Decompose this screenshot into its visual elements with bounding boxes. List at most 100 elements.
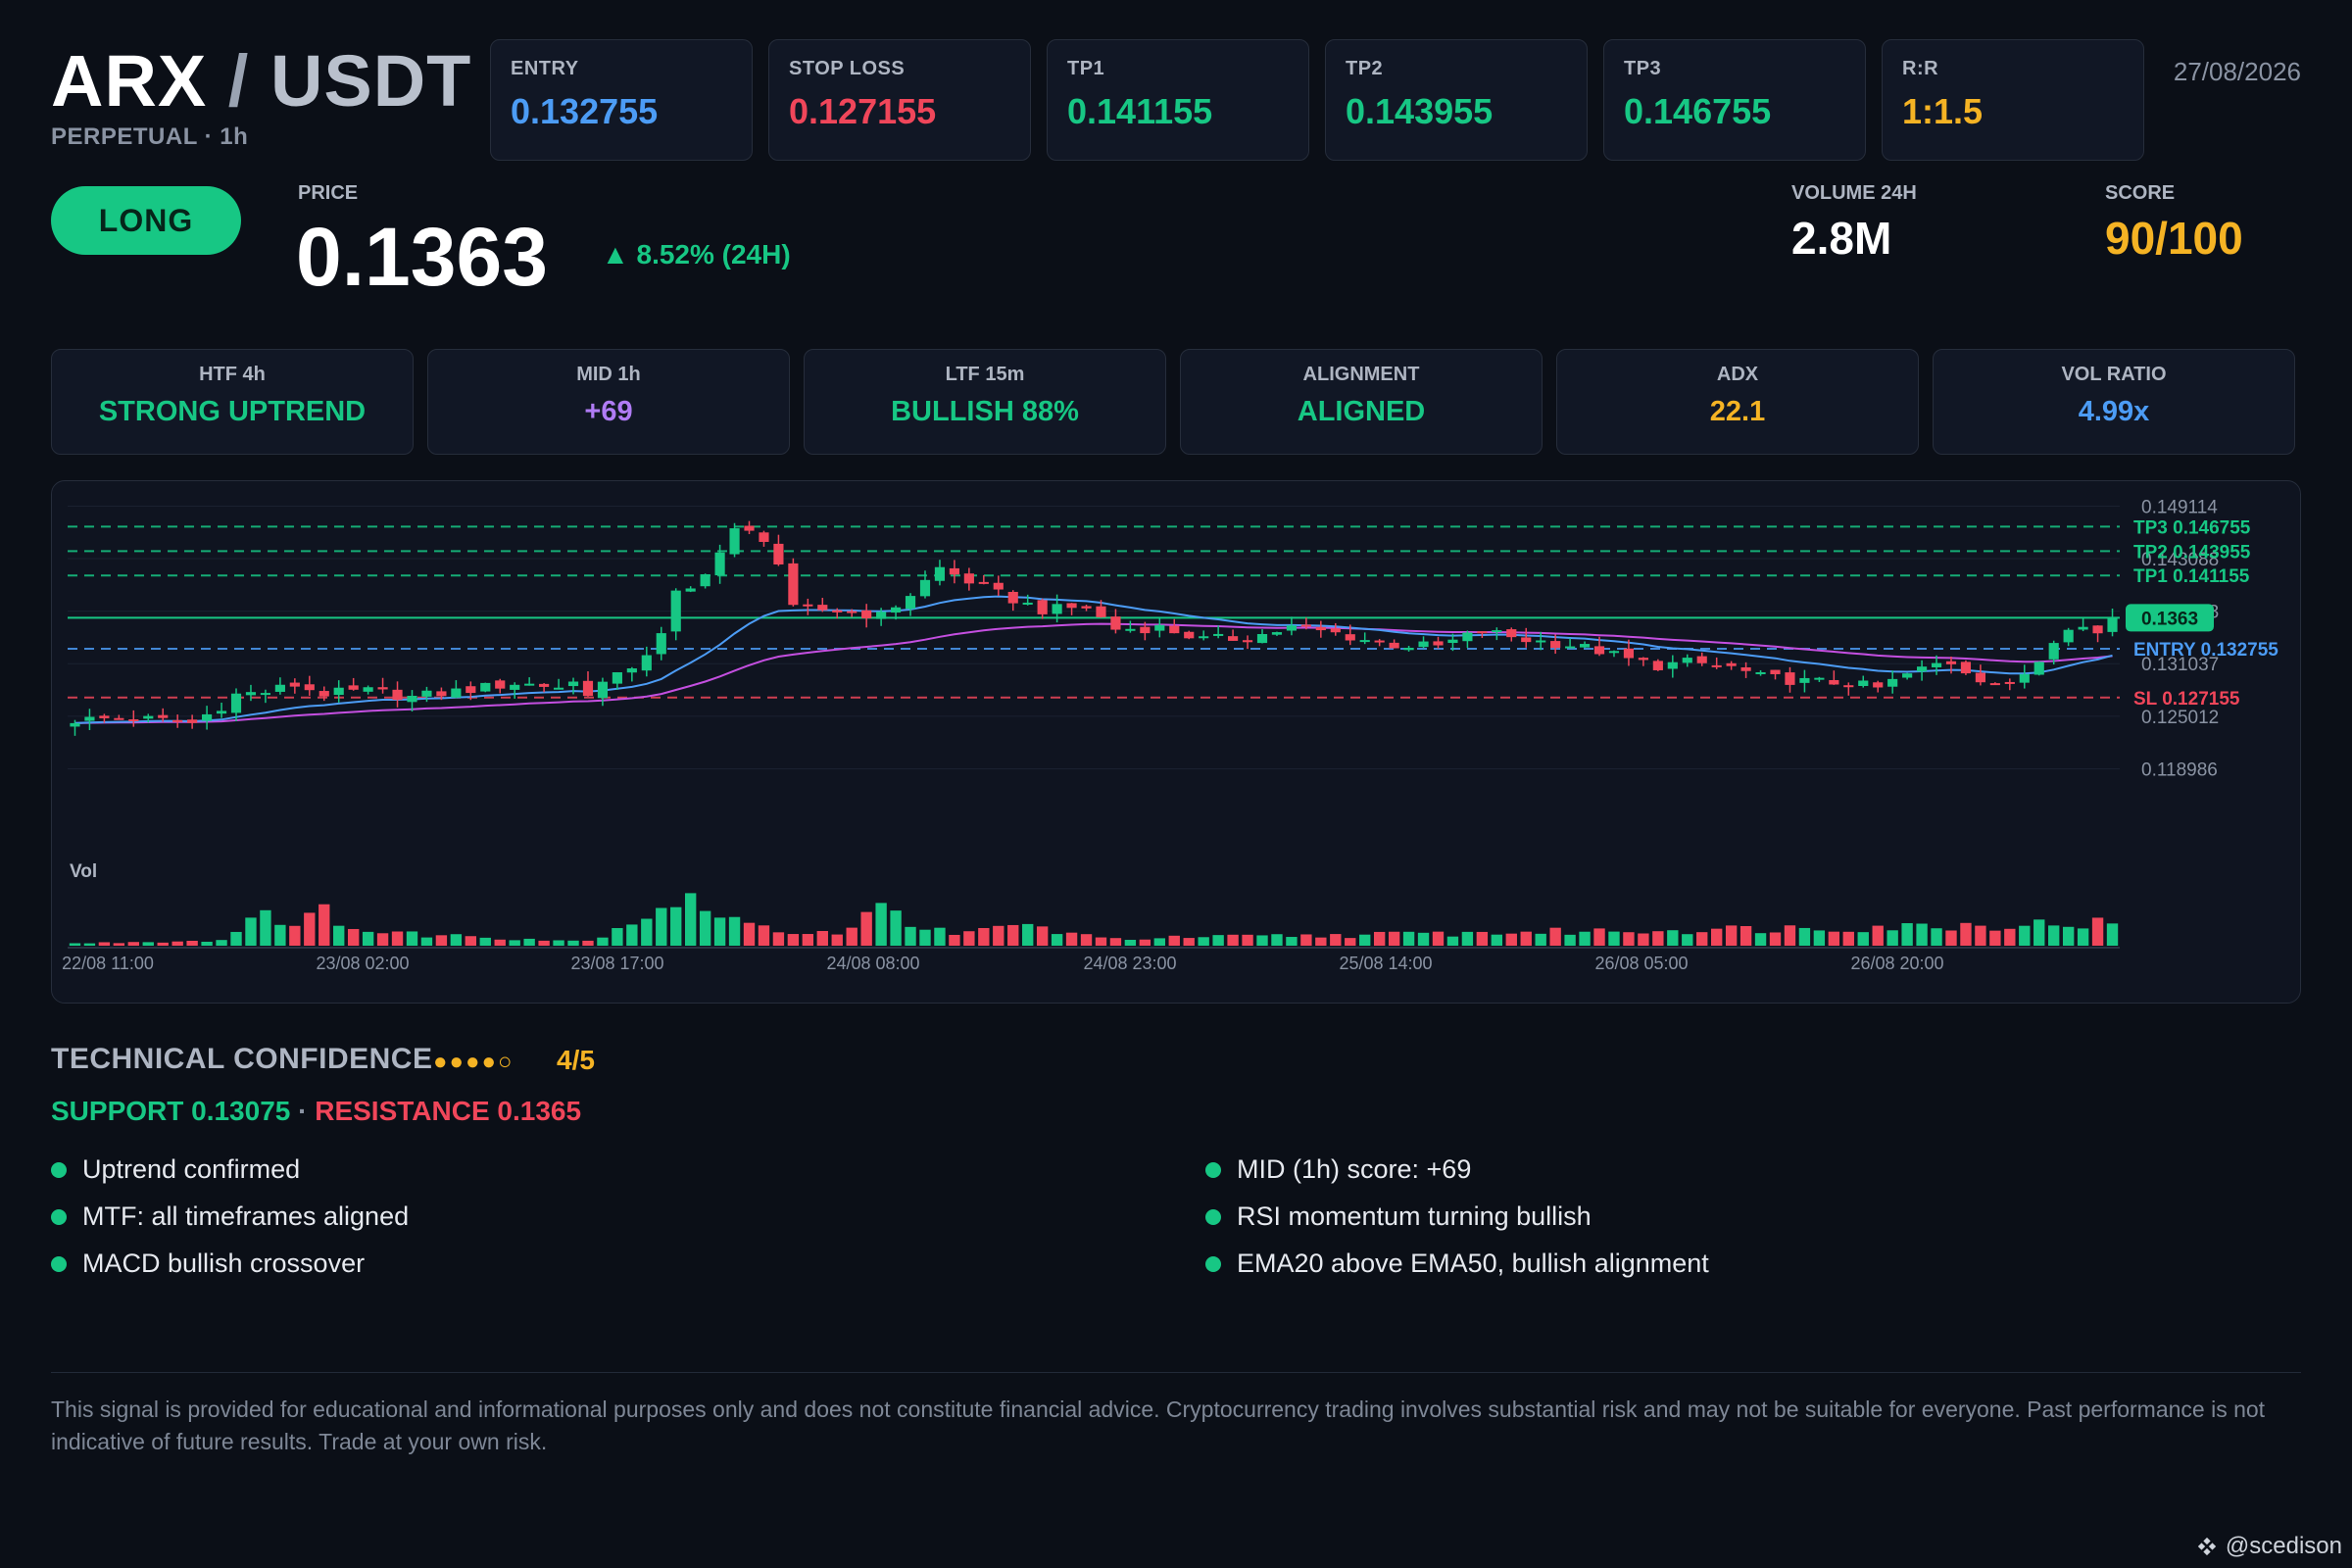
volume-bar [860, 911, 872, 946]
candle-body [1271, 632, 1283, 635]
candle-body [1315, 626, 1326, 631]
candle-body [1579, 644, 1591, 648]
candle-body [289, 682, 300, 687]
candle-body [1989, 683, 2000, 686]
volume-bar [816, 931, 828, 946]
volume-bar [919, 929, 931, 946]
candle-body [847, 611, 858, 613]
volume-bar [1975, 925, 1986, 946]
candle-body [1843, 685, 1854, 688]
candle-body [510, 684, 520, 690]
candle-body [187, 719, 198, 723]
volume-bar [1505, 933, 1517, 946]
price-label: PRICE [298, 182, 359, 204]
candle-body [817, 605, 828, 611]
candle-body [539, 683, 550, 687]
tp3-value: 0.146755 [1624, 91, 1772, 131]
volume-bar [2091, 917, 2104, 946]
volume-bar [420, 937, 433, 946]
reason-item: EMA20 above EMA50, bullish alignment [1205, 1249, 1709, 1279]
candle-body [1389, 642, 1399, 649]
candle-body [1418, 641, 1429, 648]
candle-body [1154, 624, 1165, 631]
candle-body [1623, 648, 1635, 659]
candle-body [670, 590, 681, 632]
watermark-text: @scedison [2225, 1533, 2342, 1559]
candle-body [304, 684, 315, 691]
ltf-label: LTF 15m [945, 364, 1025, 385]
volume-bar [1828, 931, 1840, 946]
candle-body [99, 715, 110, 718]
candle-body [1975, 672, 1985, 683]
resistance-level: RESISTANCE 0.1365 [315, 1096, 582, 1126]
candle-body [1726, 662, 1737, 666]
score-value: 90/100 [2105, 213, 2243, 264]
mid-box: MID 1h +69 [427, 349, 790, 455]
candle-body [1902, 673, 1913, 678]
volume-bar [949, 934, 960, 946]
volume-bar [1754, 933, 1767, 946]
adx-box: ADX 22.1 [1556, 349, 1919, 455]
volume-bar [142, 942, 154, 946]
tp3-box: TP3 0.146755 [1603, 39, 1866, 161]
volume-bar [1769, 932, 1782, 946]
volume-bar [1212, 935, 1224, 946]
volume-bar [1872, 925, 1884, 946]
volume-bar [846, 927, 858, 946]
candle-body [1550, 641, 1561, 649]
entry-label: ENTRY [511, 58, 579, 79]
candle-body [949, 567, 959, 575]
candle-body [143, 715, 154, 719]
candle-body [172, 719, 183, 722]
candle-body [1228, 636, 1239, 641]
candle-body [480, 682, 491, 692]
ltf-value: BULLISH 88% [891, 396, 1079, 427]
candle-body [1916, 666, 1928, 672]
reason-text: RSI momentum turning bullish [1237, 1201, 1592, 1231]
candle-body [1931, 662, 1942, 667]
tp1-value: 0.141155 [1067, 91, 1213, 131]
price-chart[interactable]: 0.1491140.1430880.1370630.1310370.125012… [51, 480, 2301, 1004]
volume-bar [304, 912, 316, 946]
candle-body [466, 686, 476, 694]
volume-bar [274, 924, 286, 946]
volume-bar [641, 918, 653, 946]
level-line-label: TP3 0.146755 [2133, 517, 2251, 538]
candle-body [714, 552, 725, 576]
candle-body [524, 683, 535, 686]
volume-bar [1549, 927, 1561, 946]
volume-bar [787, 934, 800, 946]
candle-body [1330, 628, 1341, 633]
candle-body [1711, 664, 1722, 667]
candle-body [567, 681, 579, 687]
risk-reward-label: R:R [1902, 58, 1939, 79]
volume-bar [1931, 928, 1942, 946]
y-tick-label: 0.149114 [2141, 497, 2218, 517]
volume-bar [201, 941, 213, 946]
volume-bar [1476, 931, 1489, 946]
candle-body [641, 655, 652, 671]
tp1-label: TP1 [1067, 58, 1105, 79]
volume-bar [1535, 933, 1546, 946]
candle-body [1447, 639, 1458, 644]
volume-bar [670, 906, 682, 946]
candle-body [1770, 669, 1781, 674]
candle-body [1960, 662, 1972, 674]
volume-bar [376, 933, 389, 946]
candle-body [2048, 643, 2059, 660]
volume-bar [1564, 934, 1576, 946]
candle-body [1213, 633, 1224, 636]
volume-bar [1842, 931, 1854, 946]
candle-body [700, 573, 710, 587]
volume-bar [1080, 934, 1093, 946]
candle-body [612, 671, 622, 684]
volume-label: VOLUME 24H [1791, 182, 1917, 204]
volume-bar [978, 927, 990, 946]
candle-body [729, 528, 740, 555]
volume-bar [1623, 932, 1635, 946]
volume-bar [1696, 932, 1708, 946]
candle-body [890, 607, 902, 613]
volume-bar [494, 939, 506, 946]
volume-bar [230, 931, 242, 946]
volume-bar [98, 942, 111, 946]
